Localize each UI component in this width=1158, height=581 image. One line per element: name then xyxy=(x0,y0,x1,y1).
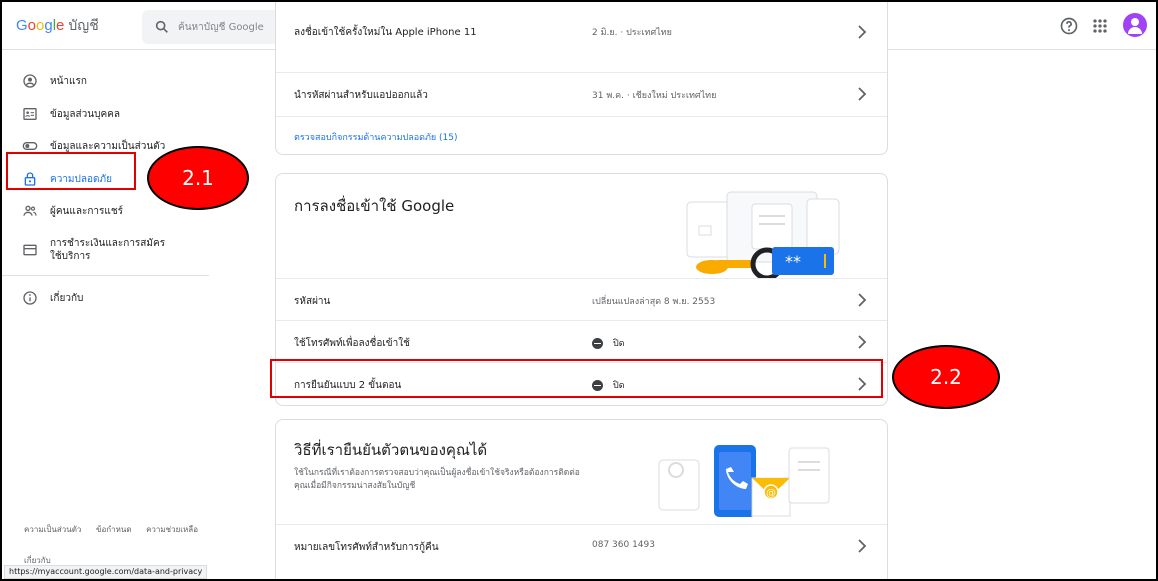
callout-2-1: 2.1 xyxy=(147,146,249,210)
chevron-right-icon xyxy=(858,25,867,39)
phone-signin-label: ใช้โทรศัพท์เพื่อลงชื่อเข้าใช้ xyxy=(294,338,410,349)
privacy-link[interactable]: ความเป็นส่วนตัว xyxy=(24,525,81,534)
search-icon xyxy=(155,20,168,33)
svg-text:@: @ xyxy=(766,488,776,499)
sidebar-item-label: หน้าแรก xyxy=(50,75,87,87)
chevron-right-icon xyxy=(858,293,867,307)
chevron-right-icon xyxy=(858,335,867,349)
sidebar-item-label: ข้อมูลและความเป็นส่วนตัว xyxy=(50,140,166,152)
id-card-icon xyxy=(23,108,37,120)
home-circle-icon xyxy=(23,74,37,88)
callout-2-2: 2.2 xyxy=(892,345,1000,409)
review-security-activity-link[interactable]: ตรวจสอบกิจกรรมด้านความปลอดภัย (15) xyxy=(294,130,458,144)
help-link[interactable]: ความช่วยเหลือ xyxy=(146,525,198,534)
google-wordmark: Google xyxy=(16,17,65,34)
sidebar-item-personal-info[interactable]: ข้อมูลส่วนบุคคล xyxy=(22,103,120,125)
off-status-icon xyxy=(592,337,603,349)
verify-illustration: @ xyxy=(658,445,830,517)
two-step-highlight-box xyxy=(270,359,883,398)
sidebar-item-payments[interactable]: การชำระเงินและการสมัครใช้บริการ xyxy=(22,236,168,264)
activity-row[interactable]: นำรหัสผ่านสำหรับแอปออกแล้ว 31 พ.ค. · เชี… xyxy=(276,72,887,116)
people-icon xyxy=(23,205,37,216)
sidebar-item-people-sharing[interactable]: ผู้คนและการแชร์ xyxy=(22,200,123,222)
phone-signin-status-text: ปิด xyxy=(613,339,625,349)
info-icon xyxy=(23,291,37,305)
verify-card-desc-2: คุณเมื่อมีกิจกรรมน่าสงสัยในบัญชี xyxy=(294,481,416,491)
password-label: รหัสผ่าน xyxy=(294,296,331,307)
verify-card-title: วิธีที่เรายืนยันตัวตนของคุณได้ xyxy=(294,441,488,459)
page-frame: Google บัญชี ค้นหาบัญชี Google หน้าแรก ข้… xyxy=(0,0,1158,581)
password-mask: ** xyxy=(785,252,801,271)
sidebar-item-about[interactable]: เกี่ยวกับ xyxy=(22,287,83,309)
activity-link-row: ตรวจสอบกิจกรรมด้านความปลอดภัย (15) xyxy=(276,116,887,156)
chevron-right-icon xyxy=(858,539,867,553)
apps-grid-icon[interactable] xyxy=(1090,16,1110,36)
activity-row[interactable]: ลงชื่อเข้าใช้ครั้งใหม่ใน Apple iPhone 11… xyxy=(276,3,887,47)
security-activity-card: ลงชื่อเข้าใช้ครั้งใหม่ใน Apple iPhone 11… xyxy=(275,2,888,156)
activity-event: นำรหัสผ่านสำหรับแอปออกแล้ว xyxy=(294,90,428,101)
recovery-phone-value: 087 360 1493 xyxy=(592,540,655,550)
search-input[interactable]: ค้นหาบัญชี Google xyxy=(178,20,264,35)
phone-signin-status: ปิด xyxy=(592,336,625,350)
help-icon[interactable] xyxy=(1059,16,1079,36)
sidebar-item-label: การชำระเงินและการสมัครใช้บริการ xyxy=(50,238,166,262)
signin-card-title: การลงชื่อเข้าใช้ Google xyxy=(294,197,455,215)
recovery-phone-label: หมายเลขโทรศัพท์สำหรับการกู้คืน xyxy=(294,542,439,553)
avatar[interactable] xyxy=(1123,13,1147,37)
verify-card-desc-1: ใช้ในกรณีที่เราต้องการตรวจสอบว่าคุณเป็นผ… xyxy=(294,468,580,478)
chevron-right-icon xyxy=(858,87,867,101)
sidebar-item-label: เกี่ยวกับ xyxy=(50,292,84,304)
google-account-logo[interactable]: Google บัญชี xyxy=(16,15,99,37)
activity-detail: 2 มิ.ย. · ประเทศไทย xyxy=(592,28,672,38)
phone-signin-row[interactable]: ใช้โทรศัพท์เพื่อลงชื่อเข้าใช้ ปิด xyxy=(276,320,887,364)
terms-link[interactable]: ข้อกำหนด xyxy=(96,525,132,534)
security-highlight-box xyxy=(6,152,136,190)
verify-identity-card: วิธีที่เรายืนยันตัวตนของคุณได้ ใช้ในกรณี… xyxy=(275,419,888,579)
sidebar-item-label: ผู้คนและการแชร์ xyxy=(50,205,123,217)
signin-illustration: ** xyxy=(686,191,840,279)
sidebar-item-label: ข้อมูลส่วนบุคคล xyxy=(50,108,120,120)
activity-detail: 31 พ.ค. · เชียงใหม่ ประเทศไทย xyxy=(592,91,717,101)
status-url: https://myaccount.google.com/data-and-pr… xyxy=(4,565,208,579)
account-label: บัญชี xyxy=(68,17,99,33)
credit-card-icon xyxy=(23,244,37,256)
activity-event: ลงชื่อเข้าใช้ครั้งใหม่ใน Apple iPhone 11 xyxy=(294,27,477,38)
recovery-phone-row[interactable]: หมายเลขโทรศัพท์สำหรับการกู้คืน 087 360 1… xyxy=(276,524,887,568)
password-row[interactable]: รหัสผ่าน เปลี่ยนแปลงล่าสุด 8 พ.ย. 2553 xyxy=(276,278,887,322)
sidebar-divider xyxy=(2,275,209,276)
sidebar-item-home[interactable]: หน้าแรก xyxy=(22,70,87,92)
sidebar-footer: ความเป็นส่วนตัว ข้อกำหนด ความช่วยเหลือ xyxy=(24,523,210,536)
password-last-changed: เปลี่ยนแปลงล่าสุด 8 พ.ย. 2553 xyxy=(592,297,716,307)
